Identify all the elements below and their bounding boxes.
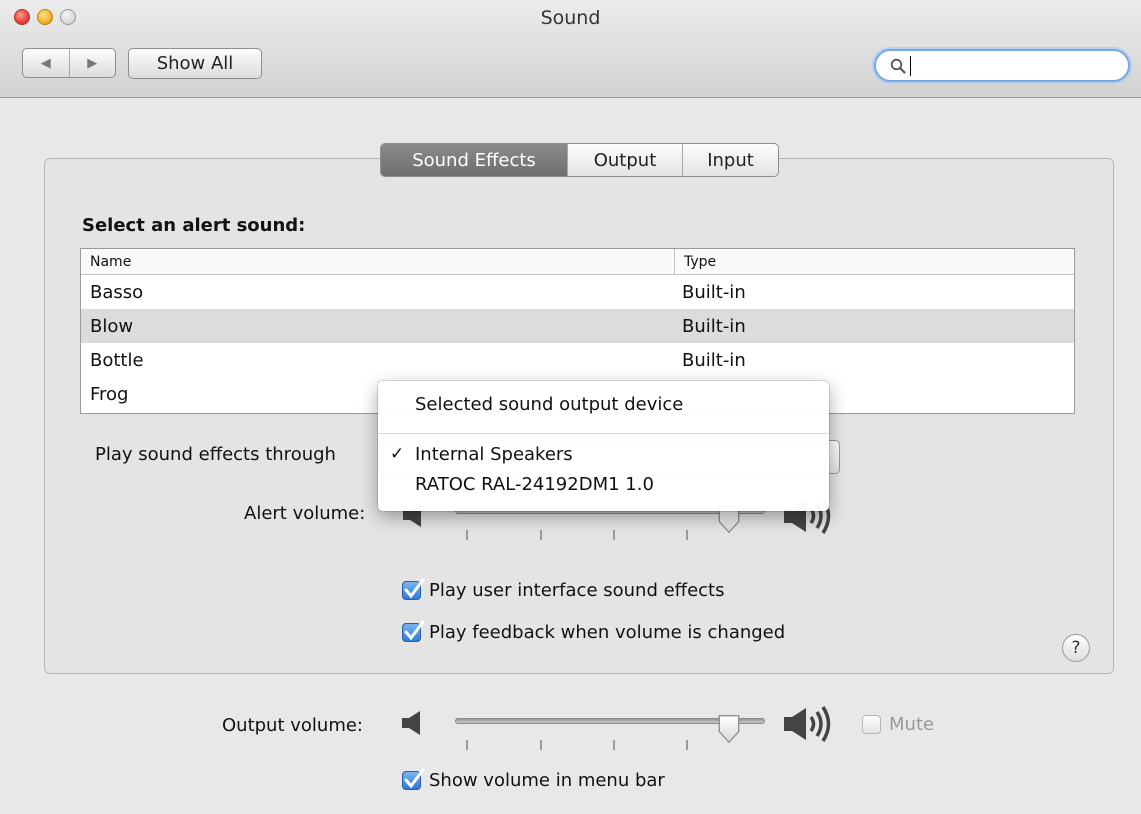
feedback-checkbox[interactable]: Play feedback when volume is changed [402,620,786,643]
checkbox-checked[interactable] [402,578,425,600]
speaker-high-icon [784,706,831,742]
menu-item-internal-speakers[interactable]: Internal Speakers [415,444,573,465]
row-type: Built-in [682,315,746,337]
help-button[interactable]: ? [1062,634,1090,662]
row-name: Blow [90,315,134,337]
window-title: Sound [540,7,601,29]
show-volume-label: Show volume in menu bar [429,770,665,791]
slider-tick [540,530,542,540]
play-through-label: Play sound effects through [95,444,336,465]
speaker-low-icon [402,711,420,735]
tab-output[interactable]: Output [567,144,682,176]
forward-arrow-icon: ▶ [87,55,98,71]
output-volume-knob[interactable] [716,714,742,744]
search-input[interactable] [874,49,1130,82]
slider-tick [613,530,615,540]
table-header: Name Type [81,249,1074,275]
forward-button[interactable]: ▶ [68,49,116,77]
show-volume-checkbox[interactable]: Show volume in menu bar [402,768,665,791]
feedback-label: Play feedback when volume is changed [429,622,786,643]
slider-tick [540,740,542,750]
alert-sound-heading: Select an alert sound: [82,215,306,236]
title-bar: Sound ◀ ▶ Show All [0,0,1141,98]
mute-label: Mute [889,714,935,735]
checkbox-checked[interactable] [402,768,425,790]
checkbox-checked[interactable] [402,620,425,642]
table-row[interactable]: Basso Built-in [81,275,1074,309]
back-forward-control: ◀ ▶ [22,48,116,78]
menu-title: Selected sound output device [415,394,684,415]
slider-tick [613,740,615,750]
text-caret [910,55,911,76]
checkmark-icon [404,620,425,641]
table-row[interactable]: Bottle Built-in [81,343,1074,377]
column-header-name[interactable]: Name [81,249,675,274]
checkbox-unchecked[interactable] [862,715,881,734]
slider-tick [686,740,688,750]
ui-sound-effects-label: Play user interface sound effects [429,580,725,601]
mute-checkbox[interactable]: Mute [862,714,934,735]
menu-item-ratoc[interactable]: RATOC RAL-24192DM1 1.0 [415,474,654,495]
back-button[interactable]: ◀ [23,49,69,77]
slider-tick [466,740,468,750]
alert-volume-label: Alert volume: [244,503,366,524]
slider-tick [686,530,688,540]
slider-tick [466,530,468,540]
table-row-selected[interactable]: Blow Built-in [81,309,1074,343]
output-device-menu: Selected sound output device ✓ Internal … [378,381,829,511]
show-all-button[interactable]: Show All [128,48,262,79]
row-type: Built-in [682,281,746,303]
tab-bar: Sound Effects Output Input [380,143,779,177]
row-name: Bottle [90,349,144,371]
row-name: Basso [90,281,144,303]
tab-input[interactable]: Input [682,144,778,176]
ui-sound-effects-checkbox[interactable]: Play user interface sound effects [402,578,725,601]
back-arrow-icon: ◀ [40,55,51,71]
tab-sound-effects[interactable]: Sound Effects [381,144,567,176]
row-type: Built-in [682,349,746,371]
output-volume-label: Output volume: [222,715,363,736]
column-header-type[interactable]: Type [675,249,716,274]
search-icon [890,58,906,74]
checkmark-icon [404,578,425,599]
menu-separator [378,433,829,434]
checkmark-icon [404,768,425,789]
checkmark-icon: ✓ [390,444,405,464]
